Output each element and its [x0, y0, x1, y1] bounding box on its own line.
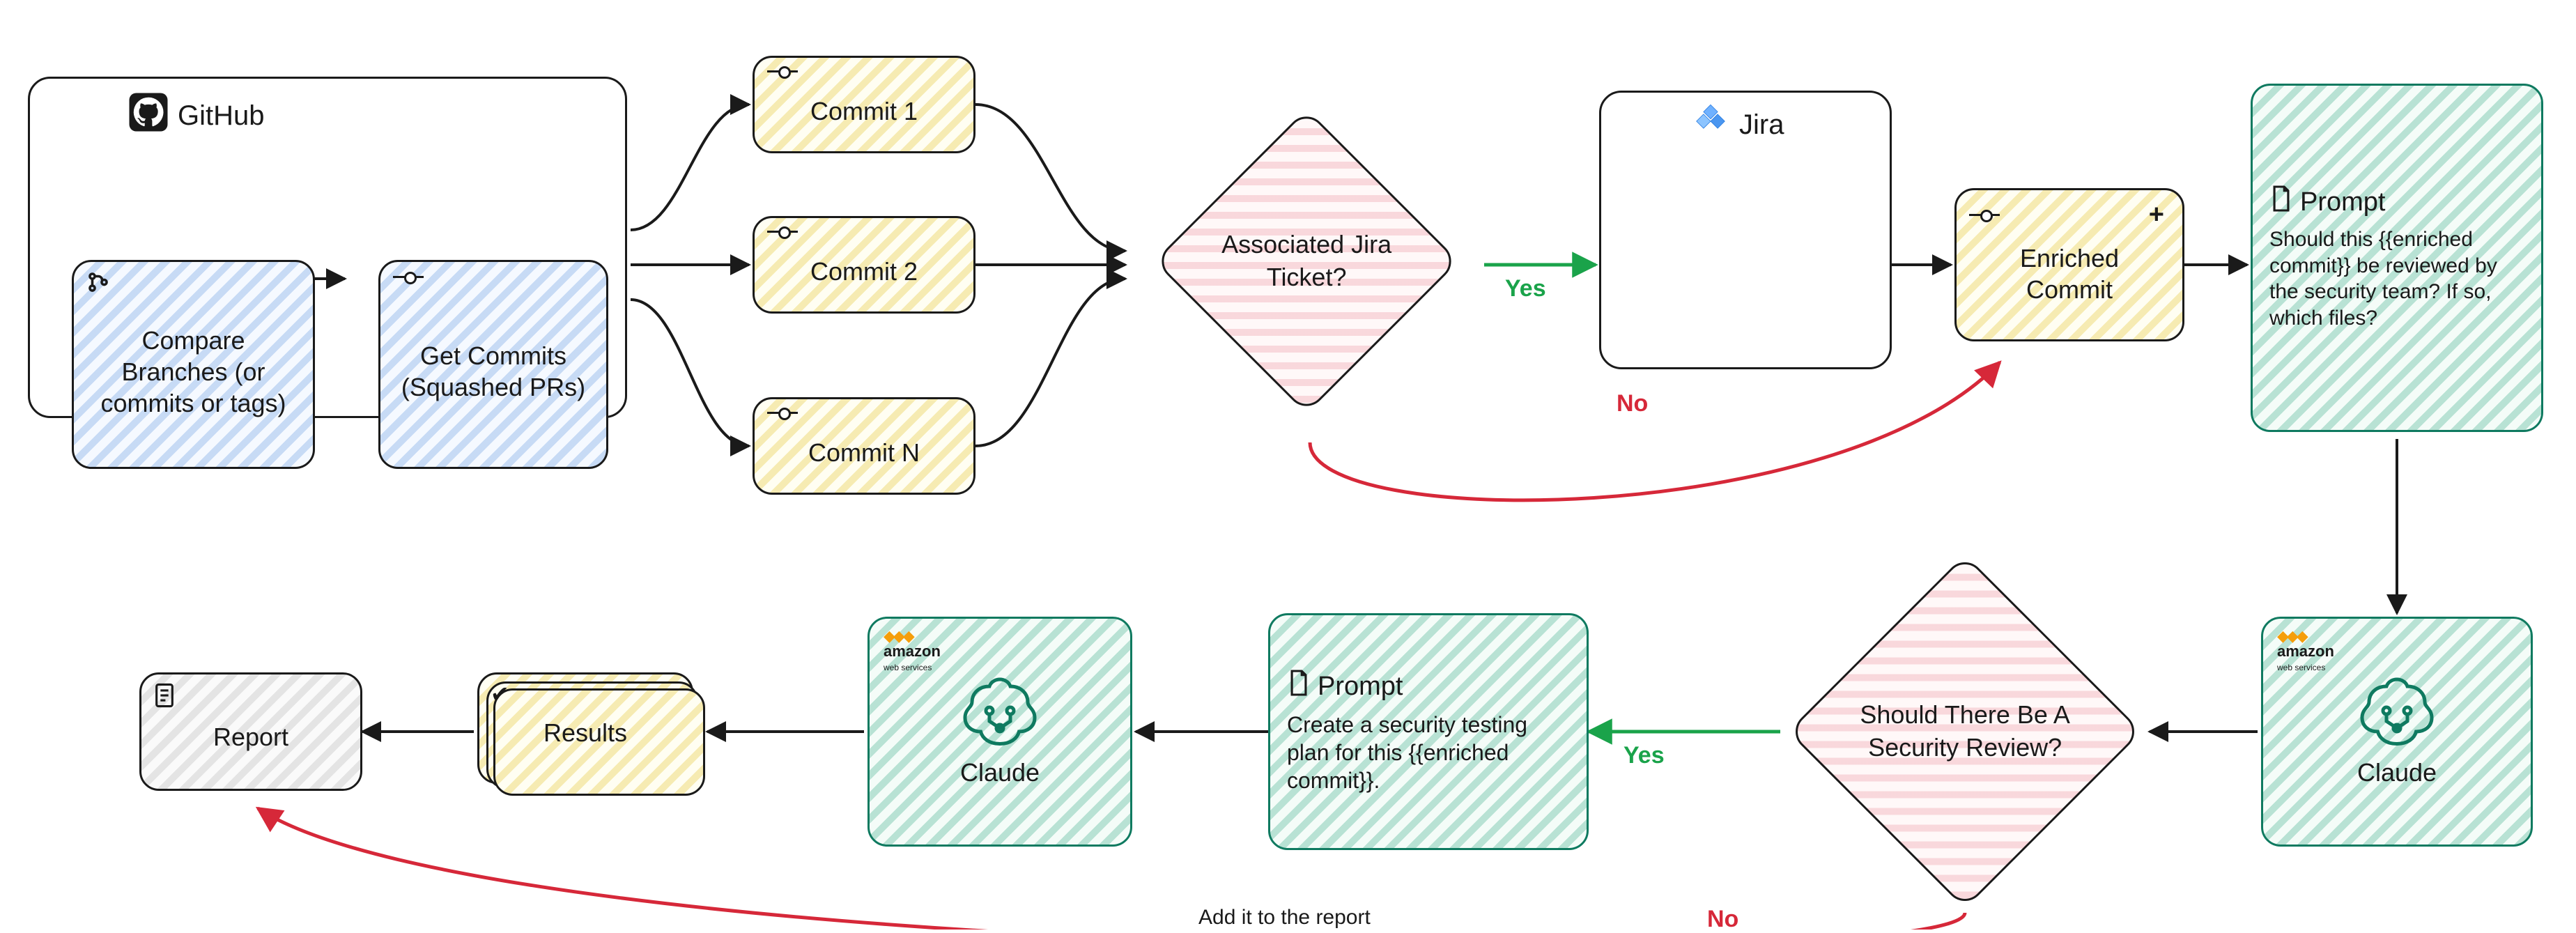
prompt-1-title: Prompt — [2300, 186, 2385, 219]
compare-branches-text: Compare Branches (or commits or tags) — [91, 325, 296, 419]
report-text: Report — [213, 721, 288, 753]
github-icon — [128, 91, 169, 140]
report-node: Report — [139, 672, 362, 791]
decision-associated-jira-text: Associated Jira Ticket? — [1209, 229, 1404, 294]
enriched-commit-node: + Enriched Commit — [1954, 188, 2184, 341]
commit-icon — [767, 406, 798, 420]
github-label: GitHub — [128, 91, 265, 140]
commit-n-node: Commit N — [753, 397, 975, 495]
commit-2-text: Commit 2 — [810, 256, 918, 287]
prompt-2-title: Prompt — [1318, 670, 1403, 704]
llm-node-2: ◆◆◆ amazonweb services Claude — [867, 617, 1132, 847]
results-node: ✔ Results — [477, 672, 693, 784]
llm-model-1: Claude — [2357, 757, 2437, 788]
ai-brain-icon — [958, 676, 1042, 753]
commit-2-node: Commit 2 — [753, 216, 975, 314]
commit-icon — [1969, 208, 2000, 222]
document-icon — [2269, 185, 2293, 222]
commit-icon — [393, 270, 424, 284]
edge-yes-2: Yes — [1624, 742, 1665, 769]
ai-brain-icon — [2355, 676, 2439, 753]
commit-1-text: Commit 1 — [810, 95, 918, 127]
compare-branches-node: Compare Branches (or commits or tags) — [72, 260, 315, 469]
prompt-2-node: Prompt Create a security testing plan fo… — [1268, 613, 1589, 850]
commit-icon — [767, 65, 798, 79]
prompt-1-node: Prompt Should this {{enriched commit}} b… — [2251, 84, 2543, 432]
aws-logo: ◆◆◆ amazonweb services — [2277, 629, 2334, 673]
edge-no-2: No — [1707, 906, 1738, 933]
edge-add-to-report: Add it to the report — [1198, 906, 1371, 930]
commit-icon — [767, 225, 798, 239]
plus-icon: + — [2149, 199, 2164, 232]
decision-security-review-text: Should There Be A Security Review? — [1850, 699, 2080, 764]
decision-associated-jira: Associated Jira Ticket? — [1154, 109, 1459, 414]
results-text: Results — [543, 717, 627, 748]
get-commits-text: Get Commits (Squashed PRs) — [397, 340, 589, 403]
llm-model-2: Claude — [960, 757, 1040, 788]
prompt-2-body: Create a security testing plan for this … — [1287, 711, 1570, 794]
llm-node-1: ◆◆◆ amazonweb services Claude — [2261, 617, 2533, 847]
git-compare-icon — [86, 270, 110, 300]
github-group: GitHub Compare Branches (or commits or t… — [28, 77, 627, 418]
aws-logo: ◆◆◆ amazonweb services — [884, 629, 941, 673]
document-icon — [1287, 669, 1311, 706]
get-commits-node: Get Commits (Squashed PRs) — [378, 260, 608, 469]
commit-1-node: Commit 1 — [753, 56, 975, 153]
prompt-1-body: Should this {{enriched commit}} be revie… — [2269, 226, 2524, 331]
jira-icon — [1692, 102, 1729, 147]
enriched-commit-text: Enriched Commit — [1973, 242, 2166, 305]
jira-group: Jira Get Ticket Info — [1599, 91, 1892, 369]
edge-yes-1: Yes — [1505, 275, 1546, 302]
edge-no-1: No — [1617, 390, 1648, 417]
checkmark-icon: ✔ — [491, 680, 509, 708]
report-icon — [153, 681, 176, 716]
commit-n-text: Commit N — [808, 437, 920, 468]
jira-label: Jira — [1692, 102, 1784, 147]
decision-security-review: Should There Be A Security Review? — [1787, 554, 2142, 909]
